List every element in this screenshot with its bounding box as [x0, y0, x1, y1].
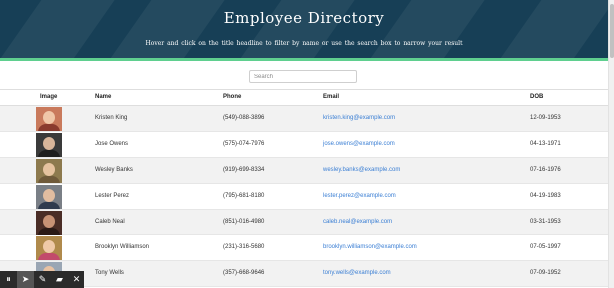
employee-table: Image Name Phone Email DOB Kristen King (… [0, 89, 608, 288]
table-row: Caleb Neal (851)-016-4980 caleb.neal@examp… [0, 209, 608, 236]
employee-email-link[interactable]: tony.wells@example.com [323, 270, 391, 276]
employee-email-link[interactable]: caleb.neal@example.com [323, 219, 392, 225]
employee-name: Caleb Neal [95, 218, 125, 225]
table-row: Tony Wells (357)-668-9646 tony.wells@examp… [0, 261, 608, 288]
column-header-dob: DOB [530, 94, 544, 100]
employee-name: Tony Wells [95, 270, 124, 277]
avatar-body [38, 201, 60, 209]
employee-dob: 07-16-1976 [530, 166, 561, 173]
avatar-body [38, 149, 60, 157]
column-header-name[interactable]: Name [95, 94, 111, 100]
avatar-body [38, 175, 60, 183]
header-accent-bar [0, 58, 608, 61]
page-title[interactable]: Employee Directory [0, 9, 608, 27]
employee-phone: (231)-316-5680 [223, 244, 265, 251]
table-header: Image Name Phone Email DOB [0, 89, 608, 106]
avatar [36, 236, 62, 261]
avatar [36, 132, 62, 157]
employee-name: Lester Perez [95, 192, 130, 199]
employee-dob: 07-05-1997 [530, 244, 561, 251]
employee-email-link[interactable]: kristen.king@example.com [323, 115, 395, 121]
annotation-toolbar: ⏸ ➤ ✎ ▰ ✕ [0, 271, 84, 288]
employee-email-link[interactable]: brooklyn.williamson@example.com [323, 244, 417, 250]
avatar [36, 158, 62, 183]
table-body: Kristen King (549)-088-3896 kristen.king@e… [0, 106, 608, 288]
employee-dob: 07-09-1952 [530, 270, 561, 277]
table-row: Brooklyn Williamson (231)-316-5680 brookly… [0, 235, 608, 262]
employee-phone: (795)-681-8180 [223, 192, 265, 199]
vertical-scrollbar[interactable] [608, 0, 614, 288]
search-input[interactable] [249, 70, 357, 83]
avatar-head [43, 162, 55, 176]
employee-phone: (357)-668-9646 [223, 270, 265, 277]
column-header-email: Email [323, 94, 340, 100]
avatar-head [43, 111, 55, 124]
avatar-head [43, 214, 55, 228]
page-subtitle: Hover and click on the title headline to… [145, 40, 463, 47]
avatar-head [43, 136, 55, 150]
employee-dob: 04-19-1983 [530, 192, 561, 199]
column-header-phone: Phone [223, 94, 242, 100]
pointer-icon[interactable]: ➤ [17, 271, 34, 288]
pen-icon[interactable]: ✎ [34, 271, 51, 288]
table-row: Jose Owens (575)-074-7976 jose.owens@examp… [0, 132, 608, 158]
close-icon[interactable]: ✕ [68, 271, 85, 288]
employee-phone: (919)-699-8334 [223, 166, 265, 173]
avatar-head [43, 188, 55, 202]
page-header: Employee Directory Hover and click on th… [0, 0, 608, 58]
employee-name: Wesley Banks [95, 166, 133, 173]
pause-icon[interactable]: ⏸ [0, 271, 17, 288]
employee-name: Brooklyn Williamson [95, 244, 150, 251]
table-row: Wesley Banks (919)-699-8334 wesley.banks@e… [0, 157, 608, 184]
avatar [36, 210, 62, 235]
employee-phone: (575)-074-7976 [223, 140, 265, 147]
employee-email-link[interactable]: wesley.banks@example.com [323, 167, 400, 173]
employee-phone: (549)-088-3896 [223, 115, 265, 121]
table-row: Lester Perez (795)-681-8180 lester.perez@e… [0, 184, 608, 210]
employee-dob: 03-31-1953 [530, 218, 561, 225]
avatar [36, 107, 62, 131]
column-header-image: Image [40, 94, 58, 100]
avatar-body [38, 124, 60, 131]
employee-dob: 04-13-1971 [530, 140, 561, 147]
eraser-icon[interactable]: ▰ [51, 271, 68, 288]
avatar-body [38, 253, 60, 261]
employee-email-link[interactable]: jose.owens@example.com [323, 141, 395, 147]
employee-phone: (851)-016-4980 [223, 218, 265, 225]
avatar-head [43, 240, 55, 254]
avatar [36, 184, 62, 209]
employee-name: Jose Owens [95, 140, 129, 147]
scrollbar-thumb[interactable] [610, 4, 614, 58]
employee-email-link[interactable]: lester.perez@example.com [323, 193, 396, 199]
avatar-body [38, 227, 60, 235]
employee-dob: 12-09-1953 [530, 115, 561, 121]
table-row: Kristen King (549)-088-3896 kristen.king@e… [0, 106, 608, 132]
employee-name: Kristen King [95, 115, 128, 121]
